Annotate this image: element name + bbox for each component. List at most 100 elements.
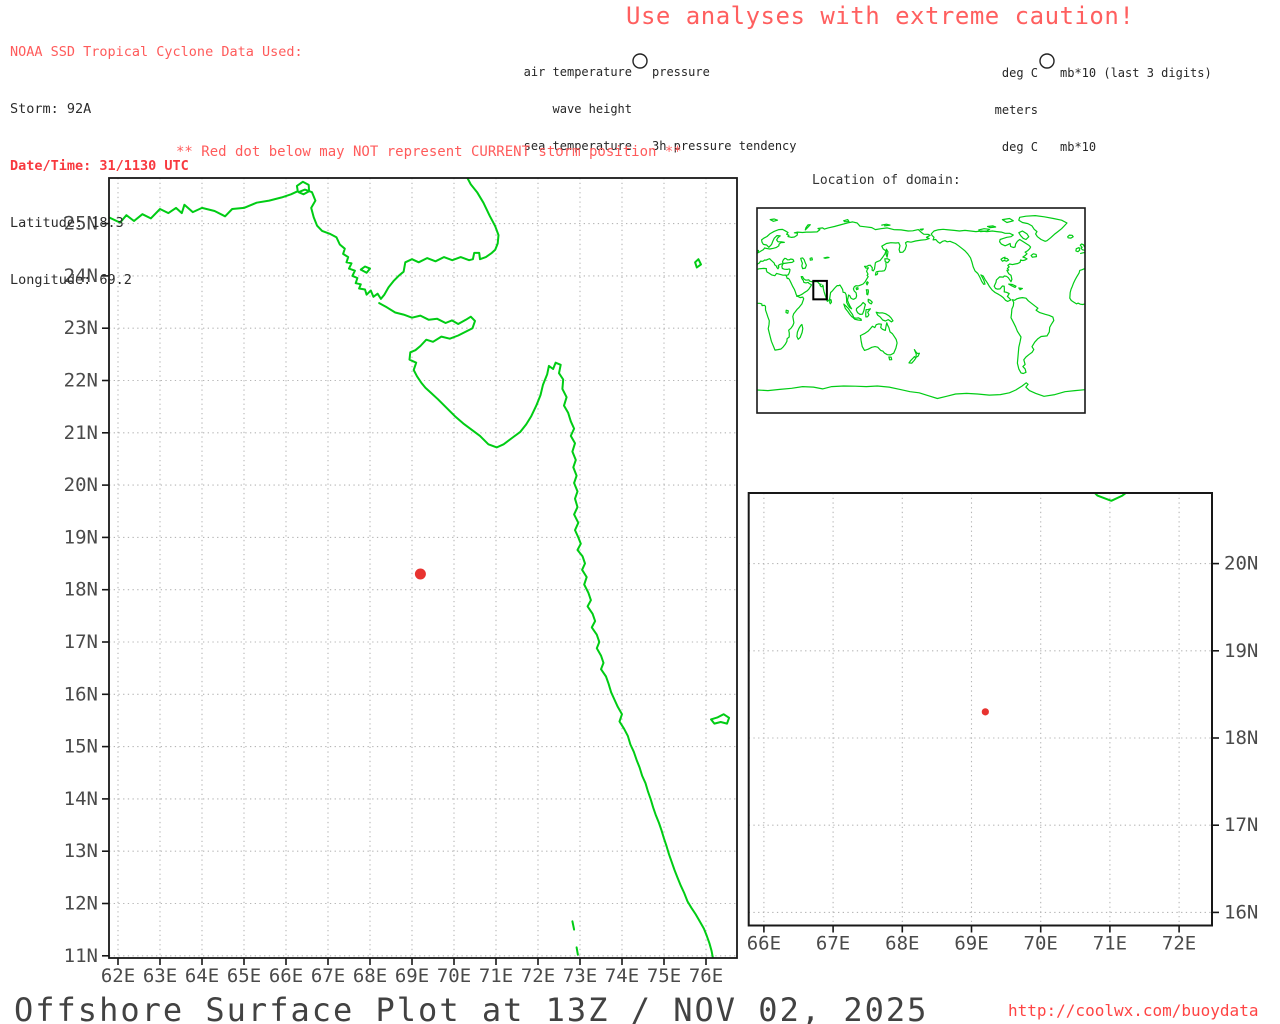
coastline-path	[769, 218, 779, 222]
coastline-path	[930, 228, 1032, 302]
caution-banner: Use analyses with extreme caution!	[626, 2, 1135, 30]
legend-pressure-label: pressure	[652, 65, 710, 80]
y-axis-tick-label: 22N	[64, 370, 98, 392]
x-axis-tick-label: 63E	[143, 965, 177, 987]
world-locator-map-coastlines	[757, 215, 1085, 400]
legend-air-temperature-label: air temperature	[523, 65, 632, 80]
coastline-path	[881, 223, 891, 227]
coastline-path	[804, 224, 811, 231]
coastline-path	[785, 309, 789, 314]
coastline-path	[359, 265, 371, 274]
x-axis-tick-label: 70E	[1024, 933, 1058, 955]
coastline-path	[1018, 215, 1068, 242]
coastline-path	[757, 382, 1085, 400]
coastline-path	[855, 287, 859, 291]
coastline-path	[908, 356, 917, 364]
y-axis-tick-label: 12N	[64, 893, 98, 915]
y-axis-tick-label: 20N	[64, 474, 98, 496]
x-axis-tick-label: 62E	[101, 965, 135, 987]
coastline-path	[575, 946, 579, 956]
storm-position-dot-zoom	[981, 708, 989, 716]
plot-title: Offshore Surface Plot at 13Z / NOV 02, 2…	[14, 991, 929, 1024]
coastline-path	[378, 302, 714, 958]
storm-id-line: Storm: 92A	[10, 101, 92, 117]
y-axis-tick-label: 19N	[1224, 640, 1258, 662]
x-axis-tick-label: 68E	[885, 933, 919, 955]
coastline-path	[1030, 253, 1038, 258]
zoom-domain-map-gridlines	[748, 493, 1212, 926]
coastline-path	[1018, 287, 1023, 291]
coastline-path	[859, 322, 898, 356]
coastline-path	[919, 228, 924, 231]
coastline-path	[888, 356, 893, 361]
x-axis-tick-label: 72E	[1162, 933, 1196, 955]
x-axis-tick-label: 74E	[605, 965, 639, 987]
coastline-path	[875, 311, 894, 323]
coastline-path	[1010, 297, 1055, 375]
y-axis-tick-label: 18N	[64, 579, 98, 601]
units-spacer	[1060, 104, 1212, 116]
storm-longitude-line: Longitude: 69.2	[10, 272, 132, 288]
zoom-domain-map-axis-labels: 66E 67E 68E 69E 70E 71E 72E 16N 17N 18N 19N 20N	[747, 553, 1259, 955]
coastline-path	[874, 272, 879, 276]
y-axis-tick-label: 14N	[64, 788, 98, 810]
x-axis-tick-label: 71E	[1093, 933, 1127, 955]
units-mb10-label: mb*10	[1060, 139, 1097, 154]
units-deg-c-label-2: deg C	[1001, 139, 1038, 154]
coastline-path	[865, 308, 871, 318]
coastline-path	[1069, 268, 1085, 306]
world-locator-map	[756, 207, 1086, 414]
x-axis-tick-label: 75E	[647, 965, 681, 987]
coastline-path	[865, 281, 869, 286]
storm-info-source-line: NOAA SSD Tropical Cyclone Data Used:	[10, 44, 303, 60]
coastline-path	[884, 258, 891, 264]
coastline-path	[796, 323, 804, 340]
coastline-path	[885, 248, 889, 258]
x-axis-tick-label: 68E	[353, 965, 387, 987]
units-mb10-digits-label: mb*10 (last 3 digits)	[1060, 66, 1212, 81]
storm-latitude-line: Latitude: 18.3	[10, 215, 124, 231]
coastline-path	[757, 295, 805, 351]
zoom-domain-map-border	[747, 492, 1213, 927]
x-axis-tick-label: 73E	[563, 965, 597, 987]
x-axis-tick-label: 69E	[954, 933, 988, 955]
x-axis-tick-label: 69E	[395, 965, 429, 987]
coastline-path	[800, 257, 807, 270]
x-axis-tick-label: 67E	[311, 965, 345, 987]
y-axis-tick-label: 17N	[64, 631, 98, 653]
coastline-path	[867, 298, 873, 305]
x-axis-tick-label: 66E	[269, 965, 303, 987]
x-axis-tick-label: 66E	[747, 933, 781, 955]
x-axis-tick-label: 76E	[689, 965, 723, 987]
station-model-circle-icon	[632, 53, 648, 69]
coastline-path	[913, 349, 920, 359]
coastline-path	[571, 920, 576, 931]
coastline-path	[986, 225, 997, 229]
coastline-path	[823, 256, 830, 259]
red-dot-warning: ** Red dot below may NOT represent CURRE…	[176, 144, 682, 160]
coastline-path	[855, 301, 866, 315]
coastline-path	[829, 298, 833, 305]
location-of-domain-title: Location of domain:	[812, 173, 961, 188]
y-axis-tick-label: 16N	[1224, 901, 1258, 923]
offshore-surface-plot-page: 62E 63E 64E 65E 66E 67E 68E 69E 70E 71E 72E 73E 74E 7…	[0, 0, 1280, 1024]
coastline-path	[1008, 283, 1017, 288]
y-axis-tick-label: 17N	[1224, 814, 1258, 836]
coastline-path	[781, 257, 795, 265]
y-axis-tick-label: 21N	[64, 422, 98, 444]
legend-spacer	[652, 103, 797, 115]
zoom-domain-map: 66E 67E 68E 69E 70E 71E 72E 16N 17N 18N 19N 20N	[747, 492, 1259, 955]
y-axis-tick-label: 20N	[1224, 553, 1258, 575]
x-axis-tick-label: 64E	[185, 965, 219, 987]
coastline-path	[1080, 252, 1085, 254]
y-axis-tick-label: 19N	[64, 526, 98, 548]
units-legend-left-column: deg C meters deg C	[850, 43, 1038, 177]
coastline-path	[875, 262, 887, 273]
main-map-axis-labels: 62E 63E 64E 65E 66E 67E 68E 69E 70E 71E 72E 73E 74E 7…	[64, 213, 723, 987]
coastline-path	[694, 258, 702, 269]
units-model-circle-icon	[1039, 53, 1055, 69]
source-url-link[interactable]: http://coolwx.com/buoydata	[1008, 1001, 1258, 1020]
coastline-path	[1001, 217, 1014, 224]
coastline-path	[710, 713, 731, 725]
coastline-path	[1018, 230, 1030, 241]
